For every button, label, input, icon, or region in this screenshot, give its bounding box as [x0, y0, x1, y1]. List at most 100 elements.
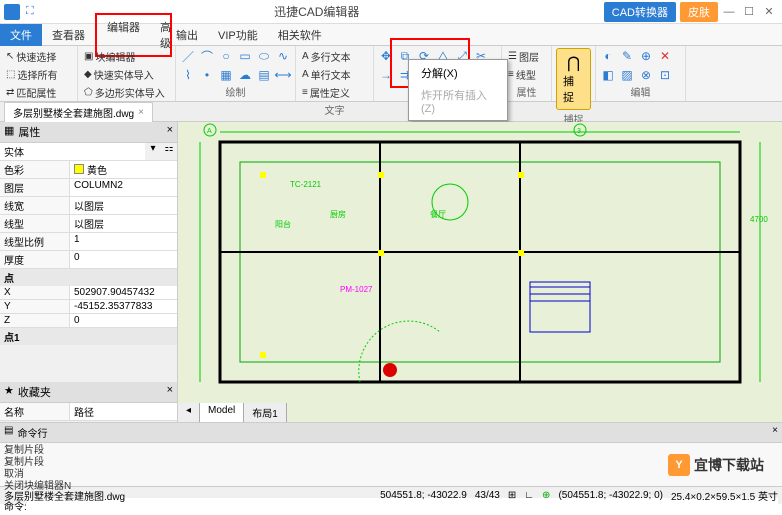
explode-all-menu-item[interactable]: 炸开所有插入(Z): [411, 84, 505, 118]
props-close-icon[interactable]: ×: [167, 124, 173, 140]
snap-icon[interactable]: ⊞: [508, 490, 516, 501]
close-icon[interactable]: ✕: [760, 3, 778, 21]
propdef-button[interactable]: ≡属性定义: [300, 84, 369, 101]
prop-x[interactable]: X502907.90457432: [0, 286, 177, 300]
status-file: 多层别墅楼全套建施图.dwg: [4, 488, 125, 503]
tab-file[interactable]: 文件: [0, 24, 42, 46]
edit1-icon[interactable]: ◐: [600, 48, 616, 64]
table-icon[interactable]: ▤: [256, 67, 272, 83]
status-coords: 504551.8; -43022.9: [380, 490, 467, 501]
edit5-icon[interactable]: ◧: [600, 67, 616, 83]
solid-import-button[interactable]: ◆快速实体导入: [82, 66, 171, 83]
edit6-icon[interactable]: ▨: [619, 67, 635, 83]
model-tab[interactable]: Model: [200, 403, 244, 422]
stext-button[interactable]: A单行文本: [300, 66, 369, 83]
entity-selector[interactable]: 实体 ▾ ⚏: [0, 143, 177, 161]
ribbon-group-draw: ／ ⌒ ○ ▭ ⬭ ∿ ⌇ • ▦ ☁ ▤ ⟷ 绘制: [176, 46, 296, 101]
solid-icon: ◆: [84, 69, 92, 80]
layer-icon: ☰: [508, 51, 517, 62]
mtext-button[interactable]: A多行文本: [300, 48, 369, 65]
watermark: Y 宜博下载站: [668, 454, 764, 476]
grid-icon[interactable]: ⊕: [542, 490, 550, 501]
cloud-icon[interactable]: ☁: [237, 67, 253, 83]
delete-icon[interactable]: ✕: [657, 48, 673, 64]
prop-y[interactable]: Y-45152.35377833: [0, 300, 177, 314]
close-tab-icon[interactable]: ×: [138, 107, 144, 118]
line-icon[interactable]: ／: [180, 48, 196, 64]
match-props-button[interactable]: ⇄匹配属性: [4, 84, 73, 101]
capture-button[interactable]: ⋂ 捕捉: [556, 48, 591, 110]
prop-cat-point: 点: [0, 269, 177, 286]
side-panel: ▦ 属性 × 实体 ▾ ⚏ 色彩黄色 图层COLUMN2 线宽以图层 线型以图层…: [0, 122, 178, 422]
skin-button[interactable]: 皮肤: [680, 2, 718, 22]
prop-thickness[interactable]: 厚度0: [0, 251, 177, 269]
cmd-close-icon[interactable]: ×: [772, 425, 778, 440]
maximize-icon[interactable]: ☐: [740, 3, 758, 21]
circle-icon[interactable]: ○: [218, 48, 234, 64]
fav-columns: 名称路径: [0, 403, 177, 421]
minimize-icon[interactable]: —: [720, 3, 738, 21]
fullscreen-icon[interactable]: ⛶: [26, 5, 34, 18]
rect-icon[interactable]: ▭: [237, 48, 253, 64]
svg-text:厨房: 厨房: [330, 209, 346, 219]
drawing-canvas[interactable]: TC-2121 餐厅 厨房 阳台 PM-1027 4700 A 3 ◂ Mode…: [178, 122, 782, 422]
filter-icon[interactable]: ⚏: [161, 143, 177, 160]
prop-color[interactable]: 色彩黄色: [0, 161, 177, 179]
select-all-button[interactable]: ⬚选择所有: [4, 66, 73, 83]
edit3-icon[interactable]: ⊕: [638, 48, 654, 64]
group-label-text: 文字: [300, 101, 369, 117]
block-editor-button[interactable]: ▣块编辑器: [82, 48, 171, 65]
tab-related[interactable]: 相关软件: [268, 24, 332, 46]
fav-close-icon[interactable]: ×: [167, 384, 173, 400]
point-icon[interactable]: •: [199, 67, 215, 83]
block-icon: ▣: [84, 51, 93, 62]
tab-viewer[interactable]: 查看器: [42, 24, 95, 46]
edit8-icon[interactable]: ⊡: [657, 67, 673, 83]
layer-button[interactable]: ☰图层: [506, 48, 547, 65]
document-tab-bar: 多层别墅楼全套建施图.dwg ×: [0, 102, 782, 122]
prop-lineweight[interactable]: 线宽以图层: [0, 197, 177, 215]
hatch-icon[interactable]: ▦: [218, 67, 234, 83]
linetype-button[interactable]: ≡线型: [506, 66, 547, 83]
group-label-layer: 属性: [506, 83, 547, 99]
ribbon-group-capture: ⋂ 捕捉 捕捉: [552, 46, 596, 101]
ortho-icon[interactable]: ∟: [524, 490, 534, 501]
prop-z[interactable]: Z0: [0, 314, 177, 328]
quick-select-button[interactable]: ↖快速选择: [4, 48, 73, 65]
layout-tab[interactable]: 布局1: [244, 403, 287, 422]
cmd-icon: ▤: [4, 425, 13, 440]
match-icon: ⇄: [6, 87, 14, 98]
polyline-icon[interactable]: ⌇: [180, 67, 196, 83]
tab-vip[interactable]: VIP功能: [208, 24, 268, 46]
status-counts: 43/43: [475, 490, 500, 501]
svg-text:PM-1027: PM-1027: [340, 285, 373, 294]
arc-icon[interactable]: ⌒: [199, 48, 215, 64]
propdef-icon: ≡: [302, 87, 308, 98]
document-tab-label: 多层别墅楼全套建施图.dwg: [13, 105, 134, 120]
poly-icon: ⬠: [84, 87, 93, 98]
dim-icon[interactable]: ⟷: [275, 67, 291, 83]
stext-icon: A: [302, 69, 309, 80]
ribbon-group-select: ↖快速选择 ⬚选择所有 ⇄匹配属性 选择: [0, 46, 78, 101]
edit2-icon[interactable]: ✎: [619, 48, 635, 64]
svg-text:4700: 4700: [750, 215, 768, 224]
tab-nav-left[interactable]: ◂: [178, 403, 200, 422]
prop-ltscale[interactable]: 线型比例1: [0, 233, 177, 251]
explode-dropdown: 分解(X) 炸开所有插入(Z): [408, 59, 508, 121]
ellipse-icon[interactable]: ⬭: [256, 48, 272, 64]
prop-layer[interactable]: 图层COLUMN2: [0, 179, 177, 197]
svg-text:A: A: [207, 128, 212, 135]
color-swatch-icon: [74, 164, 84, 174]
cad-converter-button[interactable]: CAD转换器: [604, 2, 676, 22]
explode-menu-item[interactable]: 分解(X): [411, 62, 505, 84]
poly-import-button[interactable]: ⬠多边形实体导入: [82, 84, 171, 101]
floorplan-svg: TC-2121 餐厅 厨房 阳台 PM-1027 4700 A 3: [178, 122, 782, 422]
prop-linetype[interactable]: 线型以图层: [0, 215, 177, 233]
spline-icon[interactable]: ∿: [275, 48, 291, 64]
props-title-icon: ▦: [4, 124, 14, 140]
tab-output[interactable]: 输出: [166, 24, 208, 46]
chevron-down-icon[interactable]: ▾: [145, 143, 161, 160]
document-tab[interactable]: 多层别墅楼全套建施图.dwg ×: [4, 102, 153, 122]
props-panel-header: ▦ 属性 ×: [0, 122, 177, 143]
edit7-icon[interactable]: ⊗: [638, 67, 654, 83]
